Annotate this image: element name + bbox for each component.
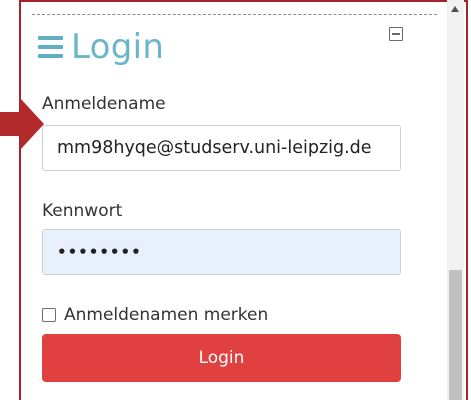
remember-username-row: Anmeldenamen merken — [42, 305, 268, 325]
screenshot-stage: Login Anmeldename mm98hyqe@studserv.uni-… — [0, 0, 471, 400]
collapse-block-icon[interactable] — [389, 27, 403, 41]
login-block: Login Anmeldename mm98hyqe@studserv.uni-… — [28, 0, 437, 400]
vertical-scrollbar[interactable] — [447, 0, 464, 400]
username-value: mm98hyqe@studserv.uni-leipzig.de — [57, 138, 372, 158]
remember-username-label[interactable]: Anmeldenamen merken — [64, 305, 268, 325]
block-heading: Login — [38, 22, 164, 72]
username-input[interactable]: mm98hyqe@studserv.uni-leipzig.de — [42, 125, 401, 171]
login-button[interactable]: Login — [42, 334, 401, 382]
scrollbar-thumb[interactable] — [449, 270, 462, 400]
password-label: Kennwort — [42, 201, 123, 221]
password-input[interactable]: •••••••• — [42, 229, 401, 275]
scroll-up-arrow-icon[interactable] — [451, 6, 459, 12]
block-title: Login — [71, 27, 165, 67]
username-label: Anmeldename — [42, 94, 166, 114]
password-value: •••••••• — [57, 243, 142, 261]
remember-username-checkbox[interactable] — [42, 308, 56, 322]
block-divider — [32, 14, 437, 15]
hamburger-menu-icon[interactable] — [38, 36, 63, 58]
